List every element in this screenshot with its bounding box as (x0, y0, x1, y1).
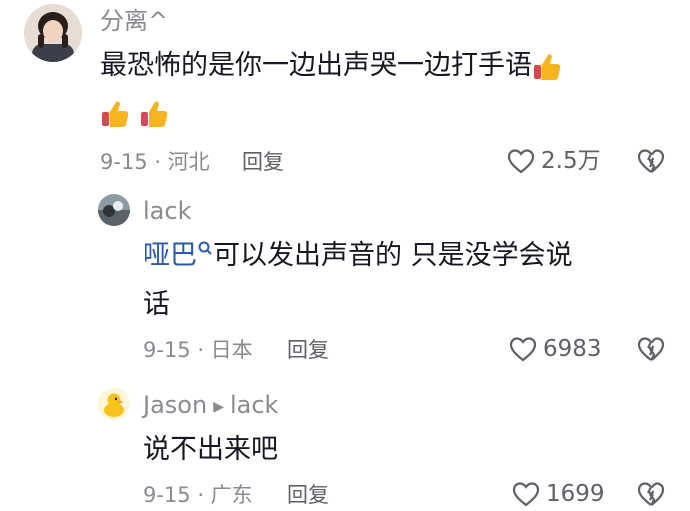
heart-icon (509, 337, 537, 362)
thumbs-up-emoji-icon (534, 53, 561, 80)
thumbs-up-emoji-icon (141, 101, 168, 127)
yellow-duck-avatar-icon (98, 388, 130, 420)
comment-meta: 9-15 · 河北 (100, 150, 210, 174)
comment-text: 哑巴 可以发出声音的 只是没学会说 (143, 236, 573, 276)
heart-icon (512, 482, 540, 507)
dislike-button[interactable] (637, 481, 665, 511)
reply-button[interactable]: 回复 (242, 148, 284, 176)
like-count: 6983 (543, 336, 602, 362)
heart-icon (507, 149, 535, 174)
search-icon[interactable] (197, 240, 213, 258)
thumbs-up-emoji-icon (102, 101, 129, 127)
comment-text-body: 最恐怖的是你一边出声哭一边打手语 (100, 50, 532, 81)
comment-text-continued: 话 (143, 289, 170, 320)
dislike-button[interactable] (637, 148, 665, 178)
dislike-button[interactable] (637, 336, 665, 366)
commenter-name[interactable]: Jason (143, 391, 207, 419)
like-count: 2.5万 (541, 148, 601, 174)
user-avatar[interactable] (98, 388, 130, 420)
comment-text-body: 可以发出声音的 只是没学会说 (213, 240, 573, 271)
comment-username[interactable]: lack (143, 196, 191, 226)
comment-meta: 9-15 · 日本 (143, 338, 253, 362)
landscape-avatar-icon (98, 194, 130, 226)
broken-heart-icon (637, 482, 665, 506)
user-avatar[interactable] (98, 194, 130, 226)
like-button[interactable]: 2.5万 (507, 146, 601, 176)
thumbs-up-emoji-row (100, 98, 169, 130)
broken-heart-icon (637, 149, 665, 173)
comment-meta: 9-15 · 广东 (143, 483, 253, 507)
mention-link[interactable]: 哑巴 (143, 240, 197, 271)
comment-text: 最恐怖的是你一边出声哭一边打手语 (100, 46, 562, 86)
like-button[interactable]: 6983 (509, 334, 602, 364)
user-avatar[interactable] (24, 4, 82, 62)
reply-button[interactable]: 回复 (287, 336, 329, 364)
broken-heart-icon (637, 337, 665, 361)
like-count: 1699 (546, 481, 605, 507)
reply-arrow-icon: ▶ (213, 399, 224, 415)
comment-username[interactable]: 分离^ (100, 6, 168, 36)
comment-text: 说不出来吧 (143, 434, 278, 465)
like-button[interactable]: 1699 (512, 479, 605, 509)
reply-button[interactable]: 回复 (287, 481, 329, 509)
comment-username[interactable]: Jason ▶ lack (143, 390, 278, 424)
girl-photo-avatar-icon (24, 4, 82, 62)
reply-to-name[interactable]: lack (230, 391, 278, 419)
